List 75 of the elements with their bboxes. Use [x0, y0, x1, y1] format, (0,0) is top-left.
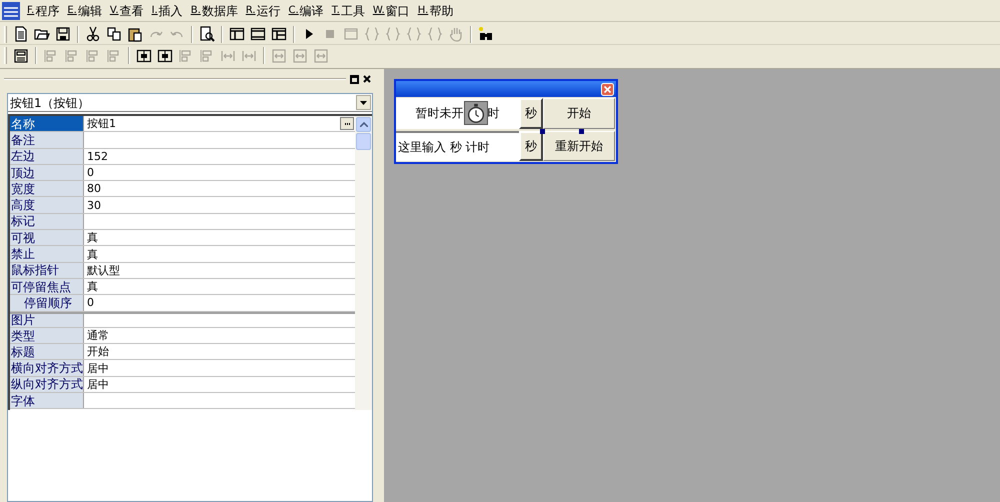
unit-button[interactable]: 秒: [519, 98, 543, 128]
property-value: 80: [87, 183, 102, 194]
property-name[interactable]: 可停留焦点: [10, 278, 84, 294]
property-value: 通常: [87, 330, 110, 341]
save-icon[interactable]: [55, 26, 71, 42]
property-name[interactable]: 高度: [10, 197, 84, 213]
object-name: 按钮1（按钮）: [10, 94, 91, 112]
property-name[interactable]: 纵向对齐方式: [10, 376, 84, 392]
menu-item[interactable]: H.帮助: [416, 2, 454, 20]
property-value: 152: [87, 150, 109, 162]
menu-item[interactable]: R.运行: [244, 2, 282, 20]
property-value: 30: [87, 200, 102, 211]
label-text: 时: [488, 105, 500, 122]
label-text: 暂时未开: [416, 105, 464, 122]
property-value: 真: [87, 248, 99, 260]
property-value: 按钮1: [87, 118, 117, 130]
clipboard-icon[interactable]: [127, 26, 143, 42]
object-dropdown[interactable]: 按钮1（按钮）: [8, 94, 372, 112]
scroll-up-icon[interactable]: [356, 117, 371, 132]
document-icon[interactable]: [13, 26, 29, 42]
start-button[interactable]: 开始: [543, 98, 615, 128]
scissors-icon[interactable]: [85, 26, 101, 42]
property-value: 真: [87, 281, 99, 292]
property-name[interactable]: 顶边: [10, 164, 84, 180]
menu-item[interactable]: E.编辑: [66, 2, 103, 20]
input-text: 这里输入 秒 计时: [398, 138, 490, 156]
menu-item[interactable]: T.工具: [330, 2, 366, 20]
property-name[interactable]: 类型: [10, 328, 84, 344]
menu-item[interactable]: I.插入: [150, 2, 184, 20]
property-name[interactable]: 名称: [10, 116, 84, 132]
app-logo-icon: [2, 2, 20, 20]
property-name[interactable]: 左边: [10, 148, 84, 164]
property-name[interactable]: 备注: [10, 132, 84, 148]
seconds-input[interactable]: 这里输入 秒 计时: [396, 130, 519, 161]
property-value: 0: [87, 297, 95, 308]
property-name[interactable]: 标记: [10, 214, 84, 230]
center-icon[interactable]: [136, 48, 152, 64]
close-icon[interactable]: [363, 75, 371, 83]
restart-button[interactable]: 重新开始: [543, 130, 615, 161]
property-value: 居中: [87, 378, 110, 390]
menu-item[interactable]: W.窗口: [372, 2, 411, 20]
menu-item[interactable]: F.程序: [26, 2, 60, 20]
form-icon[interactable]: [13, 48, 29, 64]
property-name[interactable]: 可视: [10, 230, 84, 246]
panel-layout-icon[interactable]: [229, 26, 245, 42]
property-value: 真: [87, 232, 99, 244]
stopwatch-icon: [464, 101, 488, 126]
copy-icon[interactable]: [106, 26, 122, 42]
restore-icon[interactable]: [350, 74, 359, 84]
property-value: 开始: [87, 346, 110, 358]
selection-handle[interactable]: [540, 128, 545, 134]
property-name[interactable]: 图片: [10, 314, 84, 327]
center-icon[interactable]: [157, 48, 173, 64]
menu-item[interactable]: C.编译: [288, 2, 325, 20]
property-name[interactable]: 禁止: [10, 246, 84, 262]
property-value: 默认型: [87, 264, 121, 276]
property-name[interactable]: 标题: [10, 344, 84, 360]
panel-layout-icon[interactable]: [271, 26, 287, 42]
scroll-thumb[interactable]: [356, 133, 371, 150]
property-name[interactable]: 停留顺序: [10, 295, 84, 311]
panel-layout-icon[interactable]: [250, 26, 266, 42]
binoculars-icon[interactable]: [478, 26, 494, 42]
property-name[interactable]: 字体: [10, 393, 84, 408]
property-name[interactable]: 鼠标指针: [10, 262, 84, 278]
unit-button[interactable]: 秒: [519, 130, 543, 161]
menu-item[interactable]: V.查看: [108, 2, 145, 20]
property-name[interactable]: 横向对齐方式: [10, 360, 84, 376]
property-value: 居中: [87, 362, 110, 374]
ellipsis-icon[interactable]: [340, 117, 354, 130]
scrollbar[interactable]: [355, 116, 372, 410]
magnifier-icon[interactable]: [199, 26, 215, 42]
selection-handle[interactable]: [579, 128, 584, 134]
property-name[interactable]: 宽度: [10, 181, 84, 196]
property-value: 0: [87, 167, 95, 178]
menu-item[interactable]: B.数据库: [190, 2, 239, 20]
